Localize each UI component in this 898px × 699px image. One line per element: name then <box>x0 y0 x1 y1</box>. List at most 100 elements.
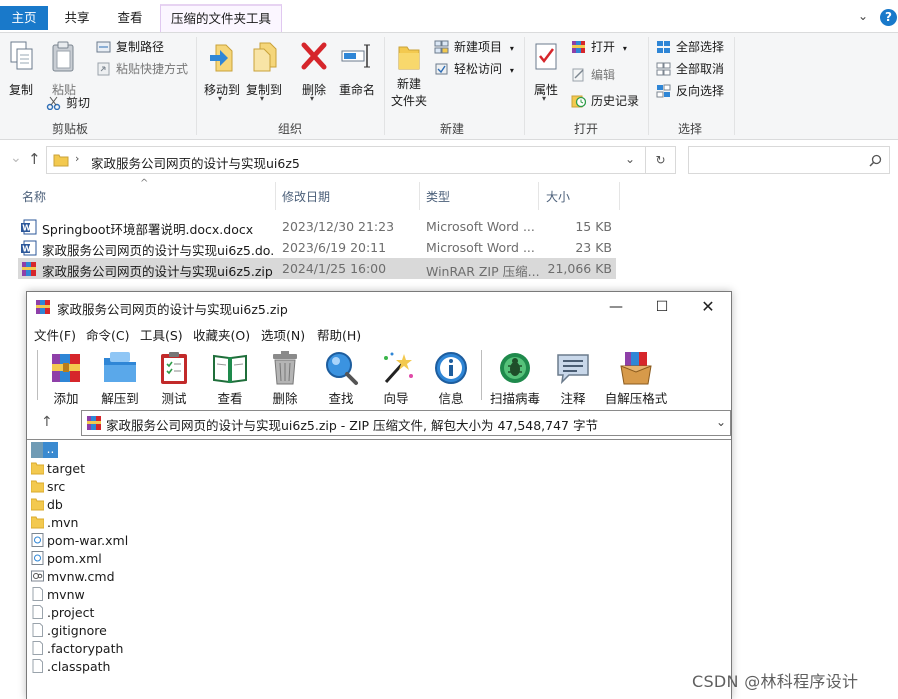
toolbar-comment-button[interactable]: 注释 <box>545 348 601 406</box>
paste-shortcut-button[interactable]: 粘贴快捷方式 <box>96 59 188 79</box>
file-row[interactable]: W 家政服务公司网页的设计与实现ui6z5.do... 2023/6/19 20… <box>18 237 616 258</box>
copy-to-button[interactable]: 复制到 ▾ <box>242 39 286 103</box>
cut-button[interactable]: 剪切 <box>46 93 90 113</box>
toolbar-add-button[interactable]: 添加 <box>38 348 94 406</box>
list-item[interactable]: target <box>31 460 231 478</box>
copy-button[interactable]: 复制 <box>4 39 38 99</box>
close-button[interactable]: ✕ <box>685 292 731 322</box>
toolbar-test-label: 测试 <box>161 391 187 406</box>
up-arrow-icon[interactable]: ↑ <box>28 150 41 168</box>
toolbar-test-button[interactable]: 测试 <box>146 348 202 406</box>
menu-tools[interactable]: 工具(S) <box>140 325 183 344</box>
column-header-type[interactable]: 类型 <box>426 188 450 205</box>
new-item-button[interactable]: 新建项目 ▾ <box>434 37 514 57</box>
list-item-label: .factorypath <box>47 641 124 656</box>
list-item[interactable]: .factorypath <box>31 640 231 658</box>
move-to-button[interactable]: 移动到 ▾ <box>200 39 244 103</box>
group-label-select: 选择 <box>677 122 702 136</box>
column-divider[interactable] <box>419 182 420 210</box>
easy-access-button[interactable]: 轻松访问 ▾ <box>434 59 514 79</box>
recent-locations-icon[interactable]: ⌄ <box>10 150 22 166</box>
tab-share[interactable]: 共享 <box>52 6 102 30</box>
select-none-button[interactable]: 全部取消 <box>656 59 724 79</box>
column-divider[interactable] <box>275 182 276 210</box>
sfx-box-icon <box>620 352 652 385</box>
column-header-size[interactable]: 大小 <box>546 188 570 205</box>
tab-view[interactable]: 查看 <box>106 6 154 30</box>
minimize-button[interactable]: — <box>593 292 639 322</box>
list-item[interactable]: pom.xml <box>31 550 231 568</box>
tab-compressed-folder-tools[interactable]: 压缩的文件夹工具 <box>160 4 282 32</box>
tab-home[interactable]: 主页 <box>0 6 48 30</box>
delete-button[interactable]: 删除 ▾ <box>296 39 332 103</box>
toolbar-virus-scan-button[interactable]: 扫描病毒 <box>487 348 543 406</box>
list-item[interactable]: .gitignore <box>31 622 231 640</box>
column-header-date[interactable]: 修改日期 <box>282 188 330 205</box>
toolbar-find-button[interactable]: 查找 <box>313 348 369 406</box>
file-row[interactable]: W Springboot环境部署说明.docx.docx 2023/12/30 … <box>18 216 616 237</box>
list-item[interactable]: .project <box>31 604 231 622</box>
search-input[interactable] <box>688 146 890 174</box>
group-label-clipboard: 剪贴板 <box>51 122 88 136</box>
scissors-icon <box>46 96 61 110</box>
paste-button[interactable]: 粘贴 <box>44 39 84 99</box>
history-button[interactable]: 历史记录 <box>571 91 639 111</box>
menu-help[interactable]: 帮助(H) <box>317 325 361 344</box>
list-item[interactable]: .classpath <box>31 658 231 676</box>
edit-button[interactable]: 编辑 <box>571 65 615 85</box>
list-item[interactable]: pom-war.xml <box>31 532 231 550</box>
chevron-down-icon[interactable]: ⌄ <box>716 415 726 429</box>
rename-button[interactable]: 重命名 <box>336 39 378 101</box>
toolbar-extract-button[interactable]: 解压到 <box>92 348 148 406</box>
properties-button[interactable]: 属性 ▾ <box>528 39 564 103</box>
file-row-selected[interactable]: 家政服务公司网页的设计与实现ui6z5.zip 2024/1/25 16:00 … <box>18 258 616 279</box>
folder-icon <box>31 498 44 511</box>
file-name: 家政服务公司网页的设计与实现ui6z5.do... <box>42 243 274 258</box>
toolbar-info-button[interactable]: 信息 <box>423 348 479 406</box>
list-item-label: mvnw <box>47 587 85 602</box>
list-item[interactable]: .mvn <box>31 514 231 532</box>
address-bar[interactable]: › 家政服务公司网页的设计与实现ui6z5 ⌄ <box>46 146 646 174</box>
open-button[interactable]: 打开 ▾ <box>571 37 627 57</box>
list-item[interactable]: mvnw.cmd <box>31 568 231 586</box>
toolbar-delete-button[interactable]: 删除 <box>257 348 313 406</box>
toolbar-wizard-button[interactable]: 向导 <box>368 348 424 406</box>
test-clipboard-icon <box>161 352 187 384</box>
refresh-button[interactable]: ↻ <box>646 146 676 174</box>
maximize-button[interactable]: ☐ <box>639 292 685 322</box>
list-item[interactable]: mvnw <box>31 586 231 604</box>
new-folder-button[interactable]: 新建 文件夹 <box>388 39 430 109</box>
list-item[interactable]: db <box>31 496 231 514</box>
edit-icon <box>572 68 584 82</box>
help-icon[interactable]: ? <box>880 9 897 26</box>
chevron-down-icon[interactable]: ⌄ <box>858 9 868 23</box>
winrar-title-bar[interactable]: 家政服务公司网页的设计与实现ui6z5.zip — ☐ ✕ <box>27 292 731 322</box>
menu-favorites[interactable]: 收藏夹(O) <box>193 325 250 344</box>
copy-to-icon <box>253 42 277 72</box>
up-arrow-icon[interactable]: ↑ <box>41 414 53 430</box>
minimize-icon: — <box>609 299 623 315</box>
chevron-down-icon[interactable]: ⌄ <box>625 152 635 166</box>
list-item-updir[interactable]: .. <box>31 442 61 460</box>
column-divider[interactable] <box>538 182 539 210</box>
menu-commands[interactable]: 命令(C) <box>86 325 129 344</box>
toolbar-sfx-button[interactable]: 自解压格式 <box>601 348 671 406</box>
refresh-icon: ↻ <box>655 153 666 167</box>
menu-file[interactable]: 文件(F) <box>34 325 76 344</box>
column-divider[interactable] <box>619 182 620 210</box>
column-header-name[interactable]: 名称 <box>22 188 46 205</box>
chevron-down-icon: ▾ <box>509 44 514 53</box>
invert-selection-button[interactable]: 反向选择 <box>656 81 724 101</box>
copy-path-button[interactable]: 复制路径 <box>96 37 164 57</box>
winrar-path-row: ↑ 家政服务公司网页的设计与实现ui6z5.zip - ZIP 压缩文件, 解包… <box>27 408 731 438</box>
screen: 主页 共享 查看 压缩的文件夹工具 ⌄ ? 复制 粘贴 复制路径 粘贴快捷方式 … <box>0 0 898 699</box>
properties-icon <box>535 43 557 70</box>
winrar-menu-bar: 文件(F) 命令(C) 工具(S) 收藏夹(O) 选项(N) 帮助(H) <box>27 322 731 344</box>
close-icon: ✕ <box>701 297 715 316</box>
toolbar-view-button[interactable]: 查看 <box>202 348 258 406</box>
select-all-button[interactable]: 全部选择 <box>656 37 724 57</box>
folder-icon <box>31 480 44 493</box>
list-item[interactable]: src <box>31 478 231 496</box>
archive-path-bar[interactable]: 家政服务公司网页的设计与实现ui6z5.zip - ZIP 压缩文件, 解包大小… <box>81 410 731 436</box>
menu-options[interactable]: 选项(N) <box>261 325 305 344</box>
